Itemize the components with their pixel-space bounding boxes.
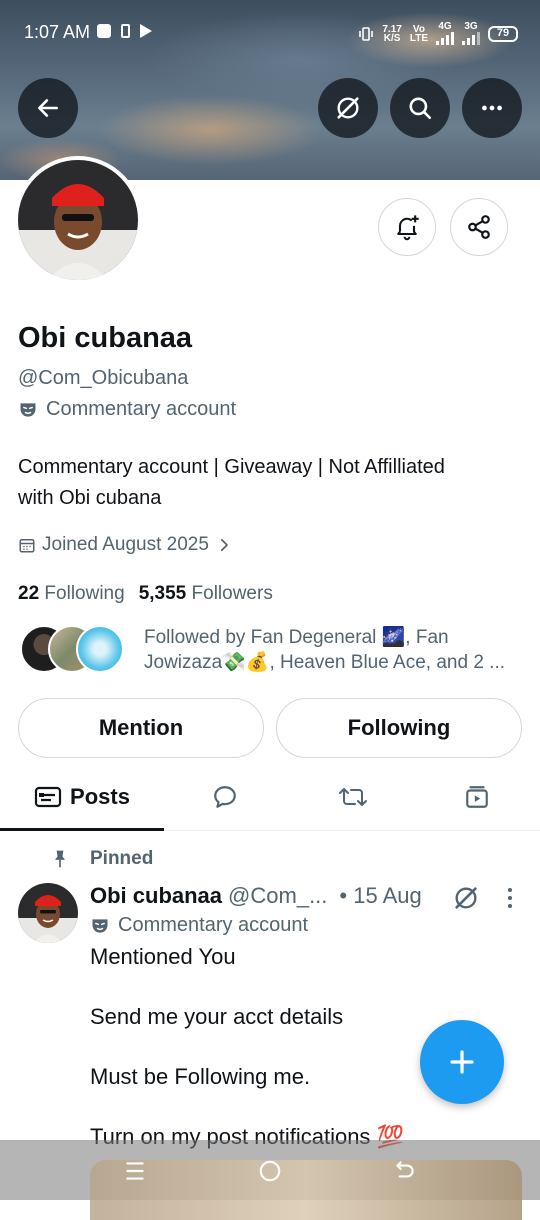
account-label-text: Commentary account: [46, 398, 237, 420]
battery-icon: 79: [488, 25, 518, 42]
post-line: Mentioned You: [90, 944, 236, 969]
menu-lines-icon: [126, 1162, 144, 1180]
followed-by-line: Followed by Fan Degeneral 🌌, Fan: [144, 627, 449, 648]
arrow-left-icon: [38, 99, 58, 117]
sim-icon: [121, 24, 130, 38]
profile-handle: @Com_Obicubana: [18, 367, 189, 389]
tab-posts[interactable]: Posts: [0, 764, 164, 831]
bio-line: with Obi cubana: [18, 487, 162, 509]
battery-level: 79: [496, 27, 510, 39]
share-button[interactable]: [450, 198, 508, 256]
post-media-thumbnail[interactable]: [90, 1160, 522, 1220]
search-button[interactable]: [390, 78, 450, 138]
joined-date[interactable]: Joined August 2025: [18, 534, 233, 556]
followers-count: 5,355: [138, 583, 187, 604]
post-date: • 15 Aug: [339, 883, 422, 908]
bell-plus-icon: [397, 215, 419, 241]
pinned-indicator: Pinned: [50, 848, 153, 870]
post-more-button[interactable]: [498, 886, 522, 915]
status-time: 1:07 AM: [24, 22, 91, 42]
tab-posts-label: Posts: [70, 784, 130, 809]
following-label: Following: [44, 583, 125, 604]
status-bar: 1:07 AM 7.17 K/S Vo LTE 4G 3G 79: [0, 0, 540, 66]
post-avatar[interactable]: [18, 883, 78, 943]
vibrate-icon: [359, 26, 374, 41]
profile-name: Obi cubanaa: [18, 322, 193, 354]
profile-avatar[interactable]: [14, 156, 142, 284]
volte-indicator: Vo LTE: [409, 24, 428, 44]
account-label[interactable]: Commentary account: [18, 398, 236, 421]
mention-button[interactable]: Mention: [18, 698, 264, 758]
chevron-right-icon: [220, 538, 228, 552]
status-right-icons: 7.17 K/S Vo LTE 4G 3G 79: [358, 22, 518, 45]
profile-photo: [18, 160, 138, 280]
status-notification-icons: [97, 24, 152, 38]
following-stat[interactable]: 22 Following: [18, 583, 125, 605]
joined-text: Joined August 2025: [42, 534, 209, 555]
signal-bars-icon: [462, 31, 480, 45]
more-button[interactable]: [462, 78, 522, 138]
post-author-name[interactable]: Obi cubanaa: [90, 883, 222, 909]
signal-3g: 3G: [462, 22, 480, 45]
posts-icon: [34, 786, 62, 808]
post-header: Obi cubanaa @Com_... • 15 Aug: [90, 883, 422, 909]
followers-stat[interactable]: 5,355 Followers: [139, 583, 273, 605]
grok-button[interactable]: [318, 78, 378, 138]
volte-bottom: LTE: [409, 32, 428, 44]
play-store-icon: [140, 24, 152, 38]
share-icon: [468, 215, 490, 239]
tab-reposts[interactable]: [318, 764, 388, 830]
pinned-label: Pinned: [90, 848, 154, 869]
pin-icon: [55, 850, 65, 868]
mask-icon: [20, 402, 36, 417]
signal-3g-label: 3G: [464, 21, 478, 32]
followers-label: Followers: [191, 583, 273, 604]
net-speed-unit: K/S: [383, 32, 401, 44]
post-grok-button[interactable]: [452, 884, 480, 917]
nav-recents-button[interactable]: [120, 1156, 150, 1186]
compose-button[interactable]: [420, 1020, 504, 1104]
post-author-handle[interactable]: @Com_...: [228, 883, 327, 909]
profile-tabs: Posts: [0, 764, 540, 831]
signal-4g-label: 4G: [438, 21, 452, 32]
signal-4g: 4G: [436, 22, 454, 45]
follower-avatar: [76, 625, 124, 673]
signal-bars-icon: [436, 31, 454, 45]
followed-by-text: Followed by Fan Degeneral 🌌, Fan Jowizaz…: [144, 625, 514, 675]
vertical-dots-icon: [508, 888, 512, 908]
grok-icon: [337, 97, 359, 119]
search-icon: [409, 97, 432, 120]
nav-home-button[interactable]: [255, 1156, 285, 1186]
post-account-label: Commentary account: [90, 914, 308, 937]
net-speed: 7.17 K/S: [382, 24, 401, 44]
calendar-icon: [19, 539, 35, 553]
back-arrow-icon: [396, 1161, 414, 1178]
bio-line: Commentary account | Giveaway | Not Affi…: [18, 456, 445, 478]
reply-bubble-icon: [214, 786, 236, 808]
followed-by-line: Jowizaza💸💰, Heaven Blue Ace, and 2 ...: [144, 652, 505, 673]
profile-bio: Commentary account | Giveaway | Not Affi…: [18, 452, 518, 514]
following-count: 22: [18, 583, 40, 604]
followed-by[interactable]: Followed by Fan Degeneral 🌌, Fan Jowizaz…: [20, 625, 514, 675]
nav-back-button[interactable]: [390, 1156, 420, 1186]
plus-icon: [450, 1050, 474, 1074]
following-button[interactable]: Following: [276, 698, 522, 758]
more-dots-icon: [482, 105, 502, 111]
repost-icon: [339, 788, 367, 806]
follow-stats: 22 Following 5,355 Followers: [18, 583, 273, 605]
back-button[interactable]: [18, 78, 78, 138]
home-circle-icon: [259, 1160, 281, 1182]
post-account-label-text: Commentary account: [118, 914, 309, 936]
notification-square-icon: [97, 24, 111, 38]
media-icon: [466, 786, 488, 808]
tab-replies[interactable]: [190, 764, 260, 830]
mask-icon: [92, 918, 108, 933]
grok-icon: [455, 887, 477, 909]
tab-media[interactable]: [442, 764, 512, 830]
notifications-button[interactable]: [378, 198, 436, 256]
tab-indicator: [0, 828, 164, 831]
